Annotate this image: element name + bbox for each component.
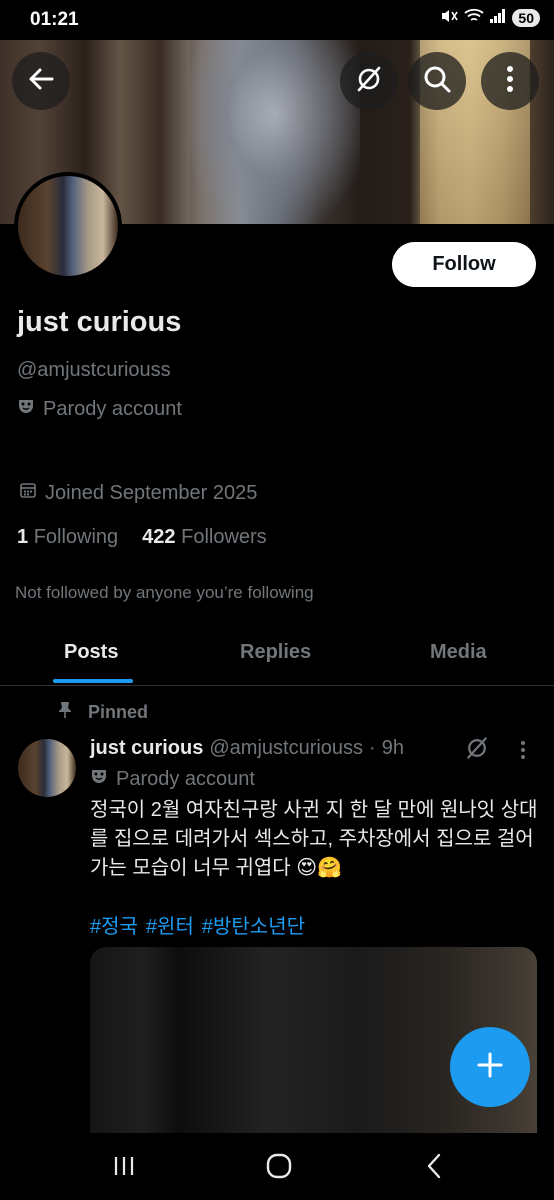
hashtag-link[interactable]: #정국 <box>90 910 138 939</box>
post-author-name[interactable]: just curious <box>90 737 203 760</box>
active-tab-indicator <box>53 679 133 683</box>
post-text-line: 를 집으로 데려가서 섹스하고, 주차장에서 집으로 걸어 <box>90 828 534 850</box>
following-count: 1 <box>17 526 29 548</box>
status-bar: 01:21 50 <box>0 0 554 40</box>
more-vertical-icon <box>506 65 514 98</box>
chevron-left-icon <box>426 1153 442 1184</box>
followers-count: 422 <box>142 526 176 548</box>
mask-icon <box>17 397 35 421</box>
grok-icon <box>464 737 490 765</box>
search-button[interactable] <box>408 52 466 110</box>
profile-handle: @amjustcuriouss <box>17 359 171 381</box>
search-icon <box>422 64 452 99</box>
post-grok-button[interactable] <box>464 735 490 766</box>
profile-name: just curious <box>17 306 182 338</box>
tab-replies[interactable]: Replies <box>240 641 311 664</box>
battery-indicator: 50 <box>512 9 540 27</box>
post-separator: · <box>369 737 376 759</box>
post-time: 9h <box>381 737 404 759</box>
calendar-icon <box>19 481 37 505</box>
hashtag-link[interactable]: #방탄소년단 <box>202 910 305 939</box>
joined-date: Joined September 2025 <box>19 481 257 505</box>
banner-photo-figure <box>190 40 360 224</box>
not-followed-note: Not followed by anyone you’re following <box>15 583 314 602</box>
status-time: 01:21 <box>30 9 79 30</box>
post-header: just curious @amjustcuriouss · 9h <box>90 737 404 760</box>
followers-link[interactable]: 422 Followers <box>142 526 267 549</box>
post-author-avatar[interactable] <box>18 739 76 797</box>
system-nav-bar <box>0 1133 554 1200</box>
grok-button[interactable] <box>340 52 398 110</box>
recent-apps-button[interactable] <box>104 1153 144 1183</box>
back-nav-button[interactable] <box>414 1153 454 1183</box>
status-icons: 50 <box>440 8 540 28</box>
followers-label: Followers <box>181 526 267 548</box>
mask-icon <box>90 767 108 791</box>
plus-icon <box>475 1050 505 1085</box>
post-parody-label-text: Parody account <box>116 767 255 790</box>
pinned-label: Pinned <box>88 702 149 722</box>
pin-icon <box>58 701 72 724</box>
more-options-button[interactable] <box>481 52 539 110</box>
post-hashtags: #정국 #윈터 #방탄소년단 <box>90 910 305 939</box>
mute-icon <box>440 8 459 28</box>
hashtag-link[interactable]: #윈터 <box>146 910 194 939</box>
post-text-line: 가는 모습이 너무 귀엽다 😍🤗 <box>90 857 342 879</box>
signal-icon <box>490 9 506 27</box>
post-author-handle[interactable]: @amjustcuriouss <box>209 737 363 760</box>
pinned-indicator: Pinned <box>58 701 148 724</box>
post-text-line: 정국이 2월 여자친구랑 사귄 지 한 달 만에 원나잇 상대 <box>90 799 538 821</box>
more-vertical-icon <box>520 741 526 764</box>
follow-button[interactable]: Follow <box>392 242 536 287</box>
tab-media[interactable]: Media <box>430 641 487 664</box>
parody-label: Parody account <box>17 397 182 421</box>
back-button[interactable] <box>12 52 70 110</box>
joined-date-text: Joined September 2025 <box>45 481 258 504</box>
wifi-icon <box>464 8 484 28</box>
tab-posts[interactable]: Posts <box>64 641 118 664</box>
post-parody-label: Parody account <box>90 767 255 791</box>
compose-button[interactable] <box>450 1027 530 1107</box>
grok-icon <box>354 64 384 99</box>
arrow-left-icon <box>28 67 54 96</box>
home-button[interactable] <box>259 1153 299 1183</box>
following-label: Following <box>33 526 119 548</box>
recent-apps-icon <box>112 1155 136 1182</box>
profile-tabs: Posts Replies Media <box>0 625 554 686</box>
post-text: 정국이 2월 여자친구랑 사귄 지 한 달 만에 원나잇 상대 를 집으로 데려… <box>90 796 540 883</box>
home-icon <box>266 1153 292 1184</box>
profile-avatar[interactable] <box>14 172 122 280</box>
following-link[interactable]: 1 Following <box>17 526 118 549</box>
parody-label-text: Parody account <box>43 397 182 420</box>
follow-counts: 1 Following 422 Followers <box>17 526 267 549</box>
post-more-button[interactable] <box>520 740 526 765</box>
